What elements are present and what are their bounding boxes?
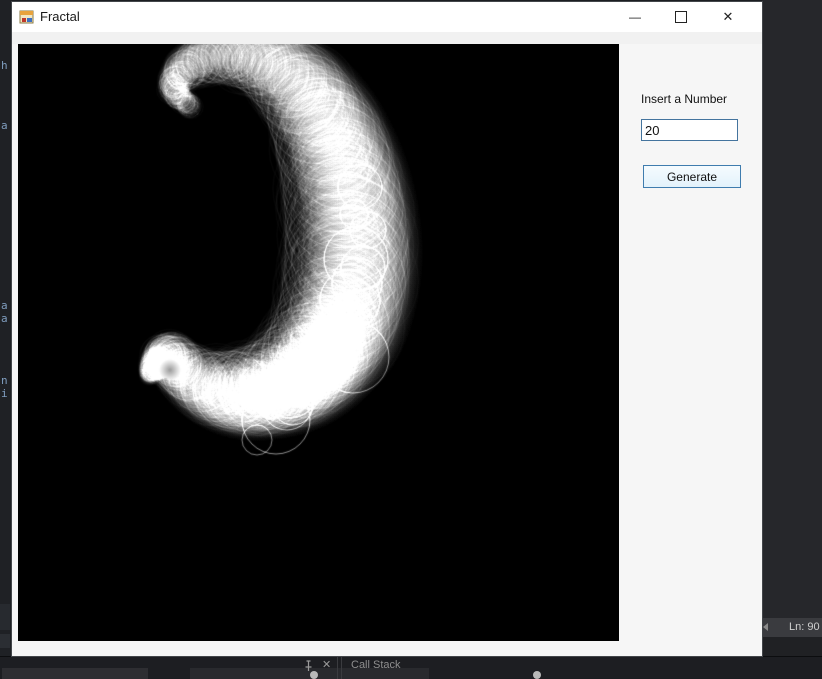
- code-fragment: n: [1, 374, 8, 387]
- title-bar[interactable]: Fractal — ✕: [12, 2, 762, 32]
- tab-call-stack[interactable]: Call Stack: [351, 659, 401, 671]
- code-fragment: a: [1, 312, 8, 325]
- panel-close-icon[interactable]: ✕: [322, 658, 331, 671]
- ide-left-editor-strip: haaani: [0, 0, 12, 678]
- ide-left-patch: [0, 604, 10, 630]
- ide-bottom-panel: ✕ Call Stack: [0, 656, 822, 679]
- number-input[interactable]: [641, 119, 738, 141]
- panel-separator: [341, 657, 342, 679]
- window-title: Fractal: [40, 9, 80, 24]
- generate-button[interactable]: Generate: [643, 165, 741, 188]
- code-fragment: a: [1, 299, 8, 312]
- maximize-button[interactable]: [661, 2, 701, 32]
- minimize-button[interactable]: —: [615, 2, 655, 32]
- close-button[interactable]: ✕: [708, 2, 748, 32]
- ide-left-patch: [0, 634, 10, 648]
- fractal-picture-box: [18, 44, 619, 641]
- panel-separator: [337, 657, 338, 679]
- insert-number-label: Insert a Number: [641, 92, 728, 106]
- collapse-arrow-icon: [763, 623, 768, 631]
- ide-right-strip: Ln: 90: [762, 0, 822, 678]
- code-fragment: a: [1, 119, 8, 132]
- app-icon: [19, 10, 34, 24]
- line-number-status: Ln: 90: [789, 621, 820, 633]
- ide-bottom-block: [2, 668, 148, 679]
- code-fragment: h: [1, 59, 8, 72]
- titlebar-lower-strip: [12, 32, 762, 44]
- status-line-bar: Ln: 90: [762, 618, 822, 637]
- fractal-window: Fractal — ✕ Insert a Number Generate: [12, 2, 762, 656]
- code-fragment: i: [1, 387, 8, 400]
- maximize-icon: [675, 11, 687, 23]
